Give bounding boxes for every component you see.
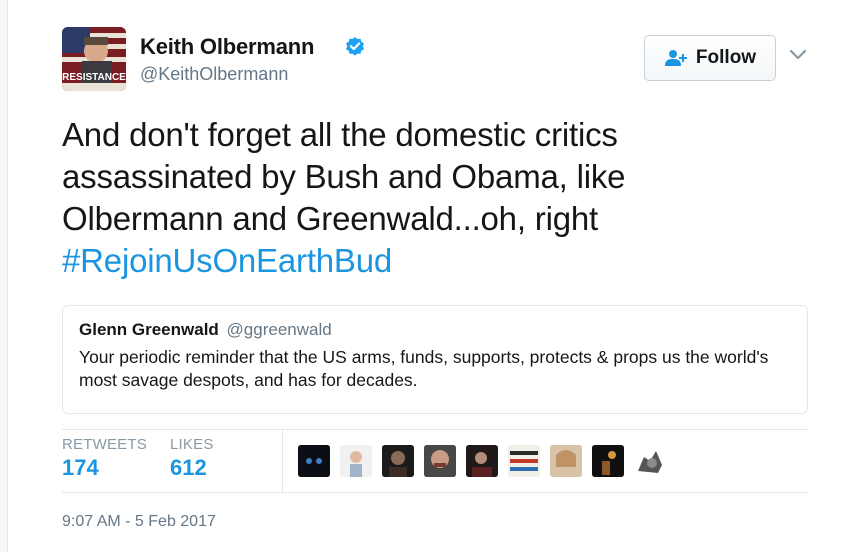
avatar-image: RESISTANCE bbox=[62, 27, 126, 91]
quoted-author-handle: @ggreenwald bbox=[226, 320, 332, 339]
liker-avatar[interactable] bbox=[382, 445, 414, 477]
liker-avatar[interactable] bbox=[424, 445, 456, 477]
liker-avatar[interactable] bbox=[550, 445, 582, 477]
tweet-line: And don't forget all the domestic critic… bbox=[62, 116, 618, 153]
liker-avatar[interactable] bbox=[298, 445, 330, 477]
tweet-card: RESISTANCE Keith Olbermann @KeithOlberma… bbox=[8, 0, 843, 552]
likes-label: LIKES bbox=[170, 436, 214, 453]
stats-bottom-divider bbox=[62, 492, 808, 493]
tweet-line: Olbermann and Greenwald...oh, right bbox=[62, 200, 598, 237]
stats-top-divider bbox=[62, 429, 808, 430]
author-handle[interactable]: @KeithOlbermann bbox=[140, 64, 288, 85]
author-name[interactable]: Keith Olbermann bbox=[140, 34, 314, 60]
liker-avatar[interactable] bbox=[340, 445, 372, 477]
follow-user-icon bbox=[664, 50, 687, 66]
quoted-tweet-text: Your periodic reminder that the US arms,… bbox=[79, 347, 769, 390]
retweets-count: 174 bbox=[62, 455, 99, 480]
chevron-down-icon[interactable] bbox=[789, 48, 807, 62]
verified-badge-icon bbox=[346, 37, 364, 56]
liker-avatar[interactable] bbox=[508, 445, 540, 477]
liker-avatar[interactable] bbox=[466, 445, 498, 477]
quoted-author-name: Glenn Greenwald bbox=[79, 320, 219, 339]
likes-stat[interactable]: LIKES 612 bbox=[170, 436, 214, 481]
likes-count: 612 bbox=[170, 455, 207, 480]
retweets-label: RETWEETS bbox=[62, 436, 147, 453]
liker-avatar[interactable] bbox=[592, 445, 624, 477]
quoted-tweet-header: Glenn Greenwald @ggreenwald bbox=[79, 320, 791, 340]
author-avatar[interactable]: RESISTANCE bbox=[62, 27, 126, 91]
stats-separator bbox=[282, 430, 283, 492]
hashtag-link[interactable]: #RejoinUsOnEarthBud bbox=[62, 240, 802, 282]
avatar-text: RESISTANCE bbox=[62, 72, 126, 83]
follow-button[interactable]: Follow bbox=[644, 35, 776, 81]
quoted-tweet[interactable]: Glenn Greenwald @ggreenwald Your periodi… bbox=[62, 305, 808, 414]
follow-button-label: Follow bbox=[695, 47, 757, 68]
retweets-stat[interactable]: RETWEETS 174 bbox=[62, 436, 147, 481]
window-edge bbox=[0, 0, 8, 552]
tweet-line: assassinated by Bush and Obama, like bbox=[62, 158, 626, 195]
liker-avatar[interactable] bbox=[634, 445, 666, 477]
tweet-timestamp[interactable]: 9:07 AM - 5 Feb 2017 bbox=[62, 513, 216, 531]
tweet-text: And don't forget all the domestic critic… bbox=[62, 114, 802, 282]
